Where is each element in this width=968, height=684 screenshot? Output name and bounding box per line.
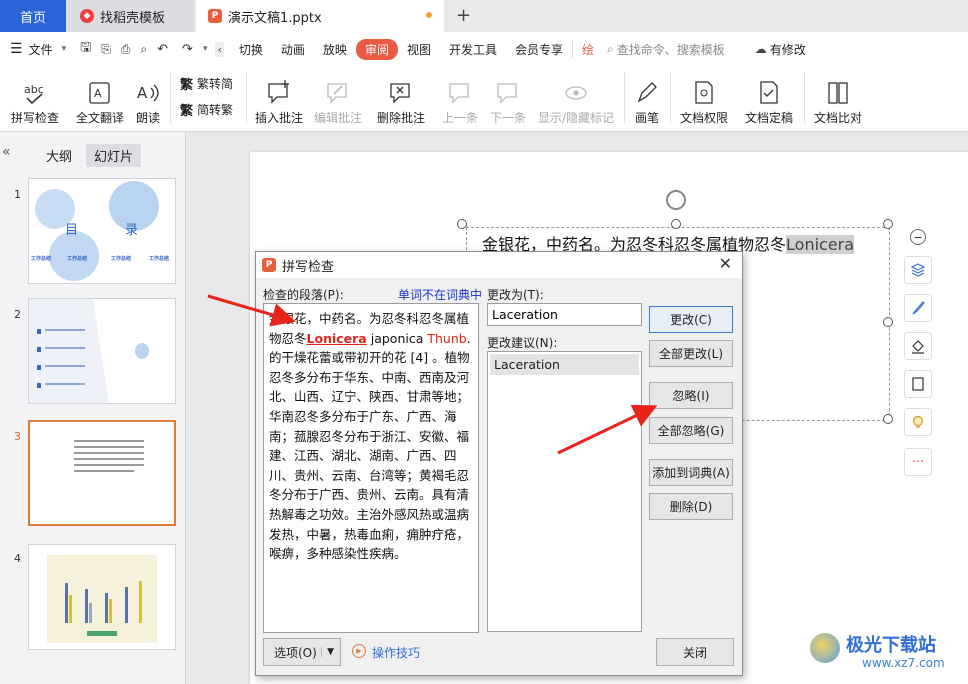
watermark-logo-icon: [810, 633, 840, 663]
arrow-to-ignore: [557, 404, 658, 455]
watermark-brand: 极光下载站: [846, 635, 936, 656]
arrow-to-word: [207, 294, 296, 327]
annotation-arrows: [207, 294, 658, 455]
watermark-url: www.xz7.com: [862, 656, 945, 670]
